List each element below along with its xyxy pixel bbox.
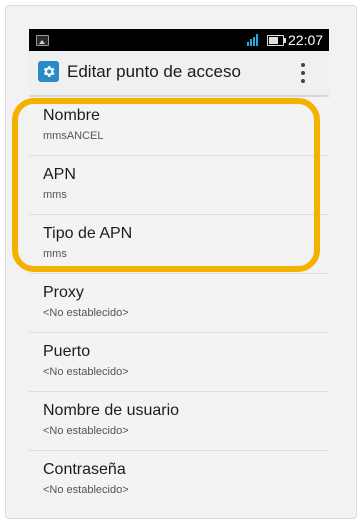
page-title: Editar punto de acceso [67, 62, 241, 81]
field-value: mms [43, 248, 67, 260]
field-proxy[interactable]: Proxy <No establecido> [29, 274, 329, 333]
field-value: <No establecido> [43, 366, 129, 378]
field-nombre-usuario[interactable]: Nombre de usuario <No establecido> [29, 392, 329, 451]
field-value: <No establecido> [43, 425, 129, 437]
field-puerto[interactable]: Puerto <No establecido> [29, 333, 329, 392]
field-value: mmsANCEL [43, 130, 104, 142]
field-label: Contraseña [43, 461, 126, 478]
status-time: 22:07 [288, 32, 324, 48]
apn-settings-list: Nombre mmsANCEL APN mms Tipo de APN mms … [29, 97, 329, 498]
field-apn[interactable]: APN mms [29, 156, 329, 215]
settings-gear-icon[interactable] [38, 61, 59, 82]
image-notification-icon [36, 35, 49, 46]
field-nombre[interactable]: Nombre mmsANCEL [29, 97, 329, 156]
phone-screen: 22:07 Editar punto de acceso Nombre mmsA… [29, 29, 329, 498]
field-label: Tipo de APN [43, 225, 133, 242]
field-label: Nombre de usuario [43, 402, 180, 419]
field-label: APN [43, 166, 76, 183]
signal-icon [247, 34, 261, 46]
field-value: <No establecido> [43, 484, 129, 496]
field-label: Nombre [43, 107, 100, 124]
field-contrasena[interactable]: Contraseña <No establecido> [29, 451, 329, 498]
field-label: Proxy [43, 284, 84, 301]
status-bar: 22:07 [29, 29, 329, 51]
action-bar: Editar punto de acceso [29, 51, 329, 97]
more-vert-icon[interactable] [297, 60, 309, 86]
field-tipo-apn[interactable]: Tipo de APN mms [29, 215, 329, 274]
field-value: <No establecido> [43, 307, 129, 319]
field-label: Puerto [43, 343, 91, 360]
battery-icon [267, 35, 286, 46]
field-value: mms [43, 189, 67, 201]
